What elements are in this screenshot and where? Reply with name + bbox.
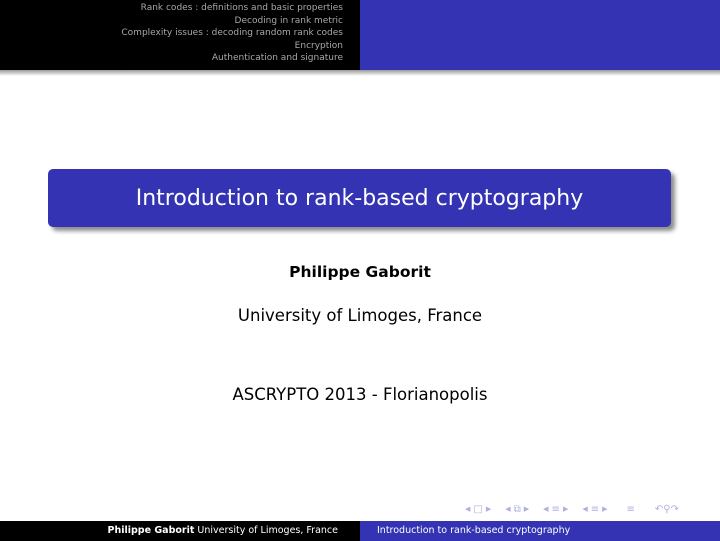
- toc-item[interactable]: Rank codes : definitions and basic prope…: [121, 2, 343, 15]
- header-accent-panel: [360, 0, 720, 70]
- slide-footer: Philippe Gaborit University of Limoges, …: [0, 521, 720, 541]
- footer-author: Philippe Gaborit: [107, 525, 195, 536]
- arrow-right-icon[interactable]: ▶: [486, 505, 491, 513]
- arrow-left-icon[interactable]: ◀: [543, 505, 548, 513]
- arrow-left-icon[interactable]: ◀: [582, 505, 587, 513]
- section-nav-icon[interactable]: ≡: [552, 504, 560, 515]
- toc-item[interactable]: Complexity issues : decoding random rank…: [121, 27, 343, 40]
- table-of-contents: Rank codes : definitions and basic prope…: [121, 2, 343, 65]
- align-icon[interactable]: ≡: [627, 504, 635, 515]
- toc-item[interactable]: Decoding in rank metric: [121, 15, 343, 28]
- author-name: Philippe Gaborit: [289, 263, 431, 281]
- event-name: ASCRYPTO 2013 - Florianopolis: [232, 385, 488, 404]
- toc-item[interactable]: Authentication and signature: [121, 52, 343, 65]
- undo-icon[interactable]: ↶: [655, 504, 663, 515]
- footer-title-panel: Introduction to rank-based cryptography: [360, 521, 720, 541]
- section-nav[interactable]: ◀ ≡ ▶: [540, 504, 571, 515]
- arrow-left-icon[interactable]: ◀: [465, 505, 470, 513]
- align-nav[interactable]: ≡: [627, 504, 635, 515]
- header-toc-panel: Rank codes : definitions and basic prope…: [0, 0, 360, 70]
- arrow-right-icon[interactable]: ▶: [524, 505, 529, 513]
- slide-title: Introduction to rank-based cryptography: [135, 185, 584, 211]
- frame-nav-icon[interactable]: □: [473, 504, 482, 515]
- slide-nav-icon[interactable]: ⧉: [514, 504, 521, 515]
- slide-header: Rank codes : definitions and basic prope…: [0, 0, 720, 70]
- search-icon[interactable]: ⚲: [663, 504, 670, 515]
- footer-institution: University of Limoges, France: [197, 525, 338, 536]
- frame-nav[interactable]: ◀ □ ▶: [462, 504, 494, 515]
- slide-nav[interactable]: ◀ ⧉ ▶: [502, 504, 532, 515]
- redo-icon[interactable]: ↷: [671, 504, 679, 515]
- footer-author-panel: Philippe Gaborit University of Limoges, …: [0, 521, 360, 541]
- arrow-right-icon[interactable]: ▶: [563, 505, 568, 513]
- title-box: Introduction to rank-based cryptography: [48, 169, 671, 227]
- arrow-right-icon[interactable]: ▶: [602, 505, 607, 513]
- author-institution: University of Limoges, France: [237, 306, 483, 325]
- beamer-navigation: ◀ □ ▶ ◀ ⧉ ▶ ◀ ≡ ▶ ◀ ≡ ▶ ≡ ↶ ⚲ ↷: [462, 502, 687, 516]
- arrow-left-icon[interactable]: ◀: [505, 505, 510, 513]
- footer-title: Introduction to rank-based cryptography: [377, 525, 571, 536]
- toc-item[interactable]: Encryption: [121, 40, 343, 53]
- subsection-nav-icon[interactable]: ≡: [591, 504, 599, 515]
- subsection-nav[interactable]: ◀ ≡ ▶: [579, 504, 610, 515]
- header-shadow: [0, 70, 720, 76]
- search-nav[interactable]: ↶ ⚲ ↷: [655, 504, 679, 515]
